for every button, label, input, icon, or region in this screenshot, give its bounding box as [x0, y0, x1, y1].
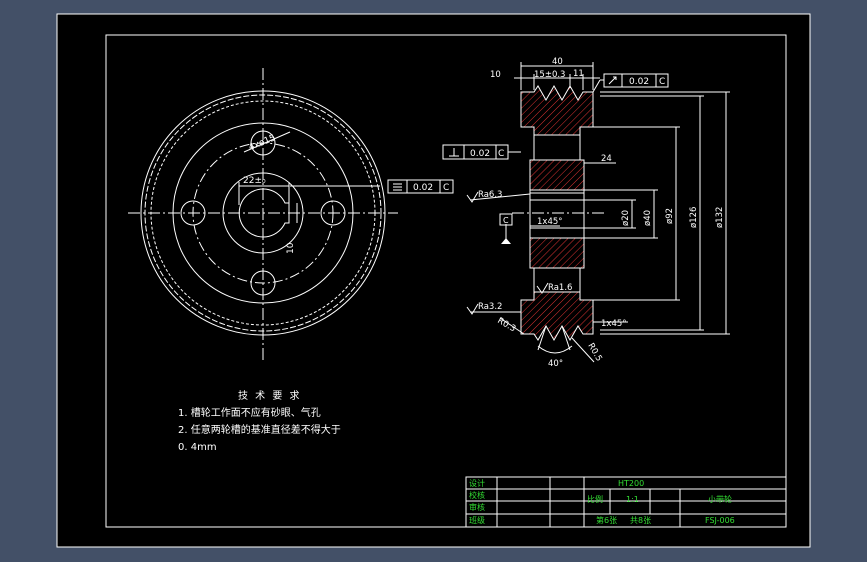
- label-10-top: 10: [490, 70, 501, 80]
- label-ra16: Ra1.6: [548, 283, 572, 293]
- flatness-datum: C: [443, 183, 449, 193]
- label-24: 24: [601, 154, 612, 164]
- label-15: 15±0.3: [534, 70, 565, 80]
- label-10-front: 10: [286, 242, 296, 254]
- runout-datum: C: [659, 77, 665, 87]
- label-ra63: Ra6.3: [478, 190, 502, 200]
- tb-class: 班级: [469, 515, 485, 525]
- tb-drawing-no: FSJ-006: [705, 516, 735, 525]
- tb-scale: 1:1: [626, 495, 639, 504]
- tb-check: 校核: [469, 490, 485, 500]
- tb-sheet: 第6张: [596, 515, 617, 525]
- perp-datum: C: [498, 149, 504, 159]
- label-angle: 40°: [548, 359, 563, 369]
- web-section-bottom: [529, 237, 585, 269]
- tb-name: 小带轮: [708, 494, 732, 504]
- label-d40: ø40: [643, 210, 653, 226]
- datum-c-label: C: [503, 216, 509, 225]
- perp-value: 0.02: [470, 149, 490, 159]
- label-22: 22±₀: [243, 176, 266, 186]
- paper-sheet: [57, 14, 810, 547]
- runout-value: 0.02: [629, 77, 649, 87]
- web-section-top: [529, 159, 585, 191]
- label-d132: ø132: [715, 207, 725, 228]
- label-d126: ø126: [689, 207, 699, 228]
- notes-line-3: 0. 4mm: [178, 442, 217, 453]
- technical-requirements: 技 术 要 求 1. 槽轮工作面不应有砂眼、气孔 2. 任意两轮槽的基准直径差不…: [178, 388, 341, 456]
- label-d20: ø20: [621, 210, 631, 226]
- flatness-value: 0.02: [413, 183, 433, 193]
- tb-design: 设计: [469, 478, 485, 488]
- label-ra32: Ra3.2: [478, 302, 502, 312]
- notes-title: 技 术 要 求: [238, 391, 302, 402]
- label-d92: ø92: [665, 208, 675, 224]
- notes-line-2: 2. 任意两轮槽的基准直径差不得大于: [178, 425, 341, 436]
- label-40: 40: [552, 57, 563, 67]
- notes-line-1: 1. 槽轮工作面不应有砂眼、气孔: [178, 408, 321, 419]
- tb-total: 共8张: [630, 516, 651, 525]
- tb-material: HT200: [618, 479, 644, 488]
- label-11: 11: [573, 69, 584, 79]
- tb-review: 审核: [469, 502, 485, 512]
- tb-scale-label: 比例: [587, 494, 603, 504]
- label-chamfer-bottom: 1x45°: [601, 319, 627, 329]
- label-chamfer-top: 1x45°: [537, 217, 563, 227]
- cad-drawing: 4xø15 22±₀ 10 0.02 C C 40 10 15±0.3 11 2…: [56, 13, 811, 548]
